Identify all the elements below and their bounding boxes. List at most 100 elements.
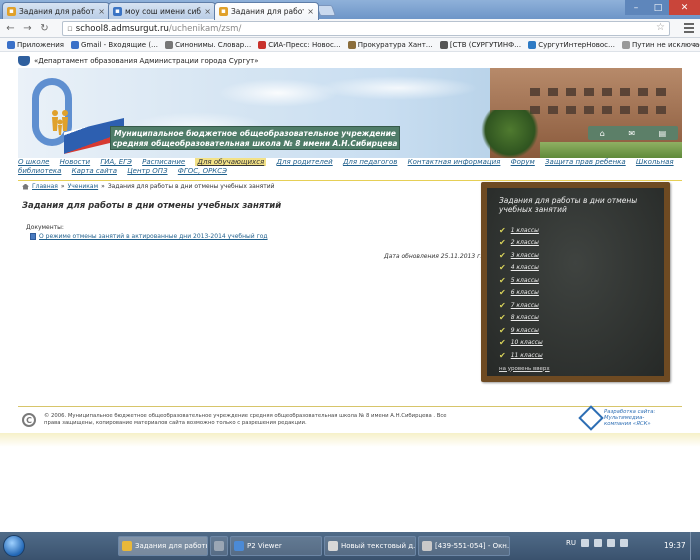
breadcrumb-separator: »	[60, 183, 65, 190]
page-favicon-icon: ▪	[7, 6, 16, 16]
grade-link[interactable]: 4 классы	[511, 264, 539, 271]
bookmarks-bar: Приложения Gmail - Входящие (… Синонимы.…	[0, 38, 700, 52]
nav-raspisanie[interactable]: Расписание	[142, 158, 185, 166]
nav-shkolnaya[interactable]: Школьная	[636, 158, 674, 166]
grade-item[interactable]: ✔ 9 классы	[499, 324, 652, 337]
bookmark-prosecutor[interactable]: Прокуратура Хант…	[347, 40, 433, 49]
nav-forum[interactable]: Форум	[511, 158, 535, 166]
header-icons: ⌂ ✉ ▤	[588, 126, 678, 140]
taskbar-item-browser[interactable]: Задания для работы…	[118, 536, 208, 556]
taskbar-item-remote[interactable]: [439-551-054] - Окн…	[418, 536, 510, 556]
nav-dlya-pedagogov[interactable]: Для педагогов	[343, 158, 397, 166]
level-up-link[interactable]: на уровень вверх	[499, 366, 652, 372]
taskbar-item-p2viewer[interactable]: P2 Viewer	[230, 536, 322, 556]
notepad-icon	[328, 541, 338, 551]
nav-tsentr-opz[interactable]: Центр ОПЗ	[127, 167, 167, 175]
network-icon[interactable]	[594, 539, 602, 547]
main-navigation: О школе Новости ГИА, ЕГЭ Расписание Для …	[18, 158, 682, 180]
bookmark-putin[interactable]: Путин не исключае…	[622, 40, 700, 49]
trees	[480, 110, 540, 158]
chrome-menu-icon[interactable]	[684, 23, 694, 35]
grade-item[interactable]: ✔ 1 классы	[499, 224, 652, 237]
windows-taskbar: Задания для работы… P2 Viewer Новый текс…	[0, 532, 700, 560]
lawn	[540, 142, 682, 158]
home-icon[interactable]: ⌂	[600, 129, 605, 138]
grade-link[interactable]: 8 классы	[511, 314, 539, 321]
grade-link[interactable]: 2 классы	[511, 239, 539, 246]
window-close-button[interactable]: ✕	[669, 0, 700, 15]
grade-link[interactable]: 1 классы	[511, 227, 539, 234]
breadcrumb-home[interactable]: Главная	[32, 183, 58, 190]
nav-karta-sayta[interactable]: Карта сайта	[72, 167, 117, 175]
address-bar[interactable]: ▫ school8.admsurgut.ru/uchenikam/zsm/	[62, 21, 670, 36]
breadcrumb-students[interactable]: Ученикам	[68, 183, 99, 190]
volume-icon[interactable]	[607, 539, 615, 547]
grade-item[interactable]: ✔ 3 классы	[499, 249, 652, 262]
nav-dlya-obuchayushchikhsya[interactable]: Для обучающихся	[195, 158, 267, 166]
developer-credit[interactable]: Разработка сайта: Мультимедиа- компания …	[578, 405, 655, 431]
forward-arrow-icon[interactable]: →	[21, 22, 34, 35]
back-arrow-icon[interactable]: ←	[4, 22, 17, 35]
tab-title: Задания для работы в д	[231, 7, 304, 16]
update-date: Дата обновления 25.11.2013 г.	[384, 253, 483, 260]
nav-dlya-roditeley[interactable]: Для родителей	[277, 158, 333, 166]
start-button[interactable]	[3, 535, 25, 557]
grade-item[interactable]: ✔ 8 классы	[499, 312, 652, 325]
document-link[interactable]: О режиме отмены занятий в актированные д…	[39, 233, 268, 240]
taskbar-item-notepad[interactable]: Новый текстовый д…	[324, 536, 416, 556]
language-indicator[interactable]: RU	[566, 539, 576, 547]
grade-link[interactable]: 10 классы	[511, 339, 543, 346]
nav-o-shkole[interactable]: О школе	[18, 158, 49, 166]
nav-biblioteka[interactable]: библиотека	[18, 167, 61, 175]
grade-link[interactable]: 11 классы	[511, 352, 543, 359]
bookmark-sia-press[interactable]: СИА-Пресс: Новос…	[258, 40, 341, 49]
mail-icon[interactable]: ✉	[628, 129, 635, 138]
close-icon[interactable]: ×	[307, 7, 314, 16]
nav-novosti[interactable]: Новости	[60, 158, 90, 166]
grade-item[interactable]: ✔ 11 классы	[499, 349, 652, 362]
more-bookmarks-icon[interactable]: »	[692, 40, 697, 49]
browser-tab-1[interactable]: ▪ Задания для работы в д ×	[2, 2, 110, 19]
bookmark-apps[interactable]: Приложения	[7, 40, 64, 49]
tray-arrow-icon[interactable]	[581, 539, 589, 547]
grade-link[interactable]: 6 классы	[511, 289, 539, 296]
browser-tab-3-active[interactable]: ▪ Задания для работы в д ×	[214, 2, 319, 20]
reload-icon[interactable]: ↻	[38, 22, 51, 35]
close-icon[interactable]: ×	[98, 7, 105, 16]
maximize-button[interactable]: □	[647, 0, 669, 15]
nav-gia-ege[interactable]: ГИА, ЕГЭ	[100, 158, 132, 166]
grade-item[interactable]: ✔ 5 классы	[499, 274, 652, 287]
bookmark-synonyms[interactable]: Синонимы. Словар…	[165, 40, 251, 49]
minimize-button[interactable]: –	[625, 0, 647, 15]
grade-link[interactable]: 7 классы	[511, 302, 539, 309]
nav-zashchita-prav[interactable]: Защита прав ребенка	[545, 158, 626, 166]
close-icon[interactable]: ×	[204, 7, 211, 16]
p2viewer-icon	[234, 541, 244, 551]
checkmark-icon: ✔	[499, 325, 506, 335]
bookmark-surgutinter[interactable]: СургутИнтерНовос…	[528, 40, 615, 49]
bookmark-star-icon[interactable]: ☆	[656, 22, 665, 33]
bookmark-stv[interactable]: [СТВ (СУРГУТИНФ…	[439, 40, 521, 49]
nav-fgos-orkse[interactable]: ФГОС, ОРКСЭ	[178, 167, 227, 175]
checkmark-icon: ✔	[499, 338, 506, 348]
grade-item[interactable]: ✔ 2 классы	[499, 237, 652, 250]
grade-link[interactable]: 9 классы	[511, 327, 539, 334]
grade-item[interactable]: ✔ 6 классы	[499, 287, 652, 300]
show-desktop-button[interactable]	[690, 532, 700, 560]
grade-item[interactable]: ✔ 10 классы	[499, 337, 652, 350]
sitemap-icon[interactable]: ▤	[659, 129, 667, 138]
nav-kontaktnaya-informatsiya[interactable]: Контактная информация	[408, 158, 501, 166]
taskbar-item-app[interactable]	[210, 536, 228, 556]
chrome-icon	[122, 541, 132, 551]
breadcrumb: Главная » Ученикам » Задания для работы …	[22, 183, 482, 190]
bookmark-gmail[interactable]: Gmail - Входящие (…	[70, 40, 158, 49]
browser-tab-2[interactable]: ▪ моу сош имени сибирцев ×	[108, 2, 216, 19]
grade-item[interactable]: ✔ 7 классы	[499, 299, 652, 312]
page-icon	[622, 40, 631, 49]
page-icon	[165, 40, 174, 49]
grade-link[interactable]: 5 классы	[511, 277, 539, 284]
taskbar-clock[interactable]: 19:37	[664, 541, 686, 550]
tray-app-icon[interactable]	[620, 539, 628, 547]
grade-link[interactable]: 3 классы	[511, 252, 539, 259]
grade-item[interactable]: ✔ 4 классы	[499, 262, 652, 275]
